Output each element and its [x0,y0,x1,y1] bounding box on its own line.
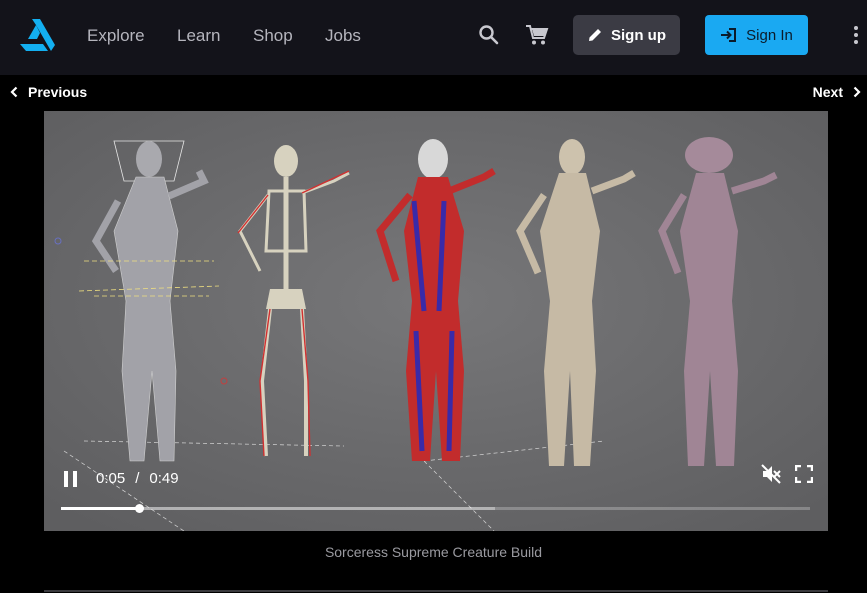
video-caption: Sorceress Supreme Creature Build [324,544,543,560]
sign-in-button[interactable]: Sign In [705,15,808,55]
nav-link-learn[interactable]: Learn [177,26,220,46]
previous-label: Previous [28,84,88,100]
sign-up-label: Sign up [611,26,666,44]
duration: 0:49 [149,470,179,487]
video-time-display: 0:05 / 0:49 [96,470,179,487]
pencil-icon [589,29,601,41]
next-link[interactable]: Next [813,84,861,100]
video-progress-bar[interactable] [61,504,810,513]
chevron-right-icon [853,86,861,98]
top-navigation-bar: Explore Learn Shop Jobs Sign up Sign In [0,0,867,75]
progress-played [61,507,139,510]
next-label: Next [812,84,843,100]
sign-in-label: Sign In [746,26,793,44]
video-player[interactable] [44,111,828,531]
nav-link-explore[interactable]: Explore [87,26,145,46]
time-separator: / [135,470,140,487]
login-icon [721,28,737,42]
pause-icon[interactable] [62,469,80,489]
nav-link-jobs[interactable]: Jobs [325,26,361,46]
cart-icon[interactable] [525,24,549,46]
progress-scrubber-handle[interactable] [134,504,144,513]
previous-link[interactable]: Previous [10,84,87,100]
volume-muted-icon[interactable] [760,463,782,485]
content-divider [44,590,828,592]
more-vert-icon[interactable] [849,24,863,46]
video-frame-figures [44,111,828,531]
current-time: 0:05 [96,470,126,487]
nav-link-shop[interactable]: Shop [253,26,293,46]
fullscreen-icon[interactable] [795,465,813,483]
chevron-left-icon [10,86,18,98]
search-icon[interactable] [478,24,500,46]
sign-up-button[interactable]: Sign up [573,15,680,55]
artstation-logo-icon[interactable] [18,17,56,51]
